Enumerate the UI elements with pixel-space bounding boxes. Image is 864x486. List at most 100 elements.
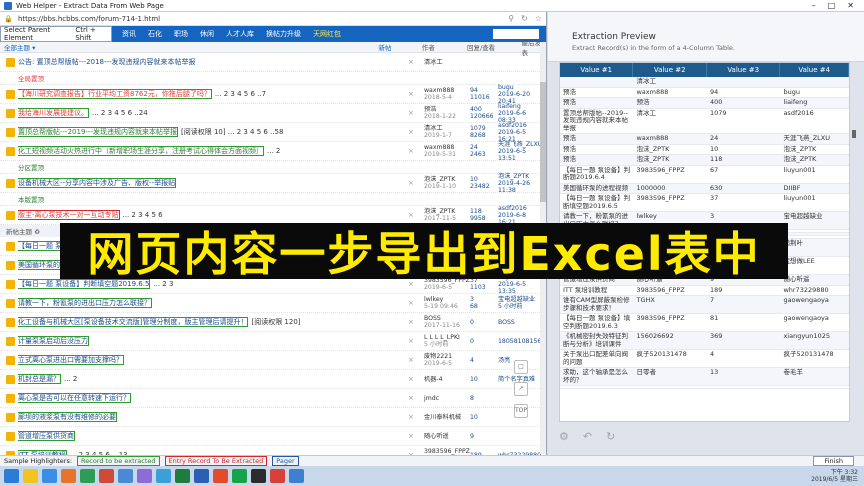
grid-cell[interactable]: 3983596_FPPZ: [633, 314, 706, 331]
author-name[interactable]: lwlkey: [424, 296, 470, 303]
minimize-icon[interactable]: –: [812, 1, 816, 10]
close-icon[interactable]: ×: [408, 109, 414, 117]
close-icon[interactable]: ×: [408, 318, 414, 326]
grid-cell[interactable]: 【每日一题 泵设备】判断题2019.6.4: [560, 166, 633, 183]
maximize-icon[interactable]: □: [828, 1, 836, 10]
grid-cell[interactable]: 置顶总帮版帖--2019--发现违规内容就来本帖举报: [560, 109, 633, 134]
thread-pager[interactable]: ... 2 3 4 5 6 ..7: [215, 90, 266, 98]
thread-title[interactable]: 廊坝的液浆泵有没有维修的必要: [18, 412, 413, 422]
close-icon[interactable]: ×: [408, 90, 414, 98]
thread-pager[interactable]: ... 2: [64, 375, 77, 383]
grid-row[interactable]: 【每日一题 泵设备】判断题2019.6.4 3983596_FPPZ 67 liuyu…: [560, 166, 849, 184]
nav-item[interactable]: 换帖力升级: [260, 29, 307, 39]
grid-row[interactable]: 关于泵出口配差单向阀的问题 疯子520131478 4 疯子520131478: [560, 350, 849, 368]
thread-title-text[interactable]: 设备机械大区--分享内容中涉及广告、版权--举报贴: [18, 178, 177, 188]
thread-row[interactable]: 离心泵是否可以在任意转速下运行？ × jmdc 8: [0, 389, 546, 408]
grid-cell[interactable]: 槌荆叶: [780, 239, 849, 256]
grid-cell[interactable]: liaifeng: [780, 98, 849, 108]
thread-title[interactable]: 【海川研究调查报告】行业平均工资8762元，你拖后腿了吗？... 2 3 4 5…: [18, 89, 413, 99]
preview-scroll-marker[interactable]: [852, 130, 856, 138]
grid-cell[interactable]: 卷毛羊: [780, 368, 849, 385]
author-name[interactable]: 清冰工: [424, 125, 470, 132]
grid-cell[interactable]: 189: [707, 286, 780, 296]
author-name[interactable]: jmdc: [424, 395, 470, 402]
grid-cell[interactable]: waxm888: [633, 134, 706, 144]
grid-cell[interactable]: 泡沫_ZPTK: [633, 155, 706, 165]
explorer-icon[interactable]: [23, 469, 38, 483]
last-poster[interactable]: liaifeng: [498, 103, 544, 110]
grid-cell[interactable]: 泡沫_ZPTK: [780, 145, 849, 155]
reload-icon[interactable]: ↻: [606, 430, 615, 443]
last-poster[interactable]: BOSS: [498, 319, 544, 326]
grid-cell[interactable]: 日零者: [633, 368, 706, 385]
thread-row[interactable]: 我给海川发展提建议。... 2 3 4 5 6 ..24 × 预浩 2018-1-22…: [0, 103, 546, 124]
grid-cell[interactable]: 泡沫_ZPTK: [633, 145, 706, 155]
author-name[interactable]: 金川泰科机械: [424, 414, 470, 421]
author-name[interactable]: 随心听遥: [424, 433, 470, 440]
thread-author[interactable]: 随心听遥: [424, 433, 470, 440]
firefox-icon[interactable]: [61, 469, 76, 483]
grid-cell[interactable]: 4: [707, 350, 780, 367]
grid-cell[interactable]: 预浩: [560, 145, 633, 155]
thread-row[interactable]: 公告: 置顶总帮版帖---2018---发现违规内容就来本帖举报 × 清冰工: [0, 53, 546, 72]
select-parent-label[interactable]: Select Parent Element: [4, 26, 69, 42]
thread-author[interactable]: 金川泰科机械: [424, 414, 470, 421]
thread-pager[interactable]: ... 2: [267, 147, 280, 155]
thread-title[interactable]: 离心泵是否可以在任意转速下运行？: [18, 393, 413, 403]
thread-title-text[interactable]: 置顶总帮版帖---2019---发现违规内容就来本帖举报: [18, 127, 178, 137]
excel-icon[interactable]: [175, 469, 190, 483]
app-icon-red[interactable]: [99, 469, 114, 483]
grid-row[interactable]: 预浩 泡沫_ZPTK 118 泡沫_ZPTK: [560, 155, 849, 166]
grid-row[interactable]: 求助，这个轴承是怎么坏的？ 日零者 13 卷毛羊: [560, 368, 849, 386]
thread-title[interactable]: 我给海川发展提建议。... 2 3 4 5 6 ..24: [18, 108, 413, 118]
refresh-icon[interactable]: ↻: [521, 14, 528, 23]
app-icon-green[interactable]: [232, 469, 247, 483]
url-text[interactable]: https://bbs.hcbbs.com/forum-714-1.html: [18, 15, 508, 23]
address-bar[interactable]: 🔒 https://bbs.hcbbs.com/forum-714-1.html…: [0, 12, 546, 26]
author-name[interactable]: 预浩: [424, 106, 470, 113]
grid-cell[interactable]: [780, 230, 849, 232]
new-link[interactable]: 新帖: [379, 42, 422, 52]
grid-cell[interactable]: DIIBF: [780, 184, 849, 194]
grid-cell[interactable]: 94: [707, 88, 780, 98]
grid-row[interactable]: 置顶总帮版帖--2019--发现违规内容就来本帖举报 清冰工 1079 asdf201…: [560, 109, 849, 134]
grid-cell[interactable]: 疯子520131478: [780, 350, 849, 367]
grid-cell[interactable]: [560, 386, 633, 388]
thread-author[interactable]: 清冰工 2019-1-7: [424, 125, 470, 139]
thread-author[interactable]: waxm888 2018-5-4: [424, 87, 470, 101]
thread-row[interactable]: 立式离心泵进出口需要加支撑吗？ × 废物2221 2019-6-5 4 汤亮: [0, 351, 546, 370]
thread-title-text[interactable]: 化工短视频活动火热进行中（新增职场生涯分享，注册考试心得体会方面视频）: [18, 146, 264, 156]
last-poster[interactable]: bugu: [498, 84, 544, 91]
grid-row[interactable]: 谁有CAM型屏蔽泵检修步骤和技术要求！ TGHX 7 gaowengaoya: [560, 296, 849, 314]
grid-row[interactable]: 美国循环泵的进程视频 1000000 630 DIIBF: [560, 183, 849, 194]
grid-cell[interactable]: 《机械密封失效特征判断与分析》培训课件: [560, 332, 633, 349]
grid-cell[interactable]: 美国循环泵的进程视频: [560, 184, 633, 194]
grid-row[interactable]: 《机械密封失效特征判断与分析》培训课件 156026692 369 xiangyun1…: [560, 332, 849, 350]
grid-cell[interactable]: bugu: [780, 88, 849, 98]
author-name[interactable]: waxm888: [424, 87, 470, 94]
last-poster[interactable]: asdf2016: [498, 122, 544, 129]
thread-last-post[interactable]: 18058108156: [498, 338, 544, 345]
grid-cell[interactable]: 67: [707, 166, 780, 183]
thread-pager[interactable]: [阅读权限 120]: [251, 318, 300, 326]
thread-pager[interactable]: ... 2 3 4 5 6 ..24: [92, 109, 148, 117]
thread-last-post[interactable]: asdf2016 2019-6-5 16:21: [498, 122, 544, 143]
nav-item[interactable]: 休闲: [194, 29, 220, 39]
thread-title-text[interactable]: 我给海川发展提建议。: [18, 108, 89, 118]
grid-row[interactable]: 预浩 预浩 400 liaifeng: [560, 98, 849, 109]
grid-cell[interactable]: liuyun001: [780, 166, 849, 183]
author-name[interactable]: BOSS: [424, 315, 470, 322]
nav-item[interactable]: 职场: [168, 29, 194, 39]
thread-last-post[interactable]: 天涯飞燕_ZLXU 2019-6-5 13:51: [498, 141, 544, 162]
thread-title[interactable]: 计量泵泵启动后没压力: [18, 336, 413, 346]
thread-author[interactable]: waxm888 2019-5-31: [424, 144, 470, 158]
thread-last-post[interactable]: liaifeng 2019-6-6 08:33: [498, 103, 544, 124]
grid-cell[interactable]: waxm888: [633, 88, 706, 98]
thread-last-post[interactable]: bugu 2019-6-20 20:41: [498, 84, 544, 105]
grid-cell[interactable]: 疯子520131478: [633, 350, 706, 367]
last-poster[interactable]: 泡沫_ZPTK: [498, 173, 544, 180]
thread-row[interactable]: 置顶总帮版帖---2019---发现违规内容就来本帖举报 [阅读权限 10] ..…: [0, 122, 546, 143]
grid-cell[interactable]: 1000000: [633, 184, 706, 194]
close-icon[interactable]: ×: [408, 128, 414, 136]
grid-cell[interactable]: 预浩: [633, 98, 706, 108]
